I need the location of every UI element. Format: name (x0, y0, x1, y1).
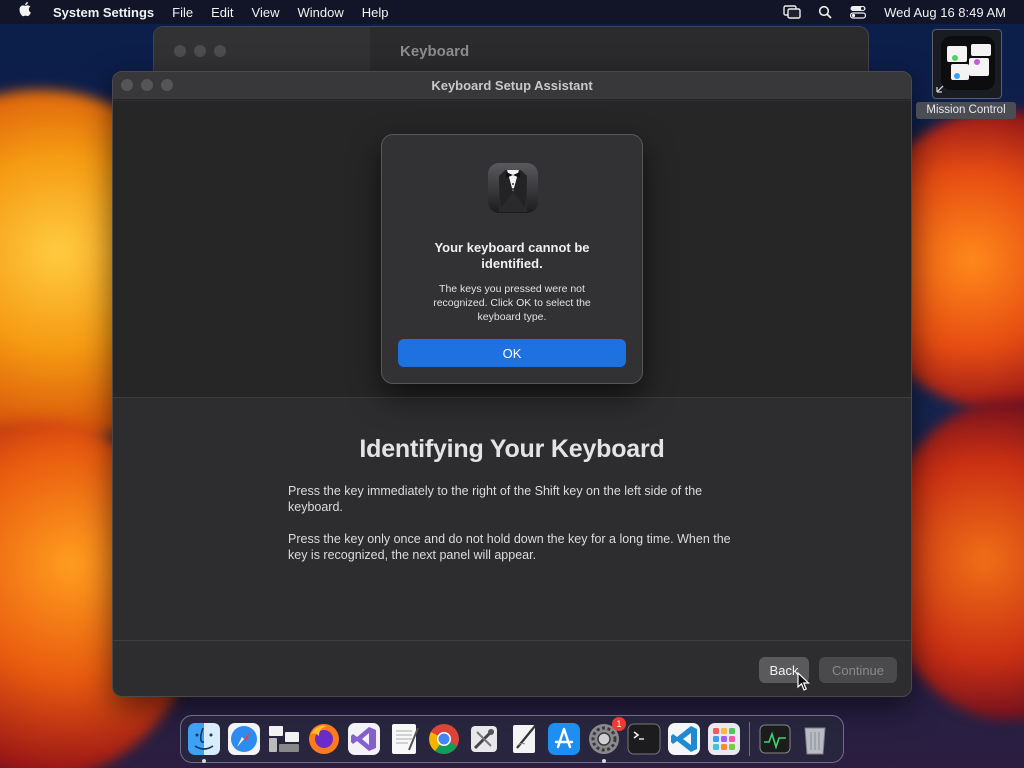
alert-title: Your keyboard cannot be identified. (434, 240, 590, 271)
close-button[interactable] (174, 45, 186, 57)
menu-clock[interactable]: Wed Aug 16 8:49 AM (882, 5, 1006, 20)
launchpad-icon[interactable] (706, 721, 742, 757)
notification-badge: 1 (612, 717, 626, 731)
alert-dialog: Your keyboard cannot be identified. The … (381, 134, 643, 384)
footer-divider (113, 640, 911, 641)
textedit-icon[interactable] (386, 721, 422, 757)
system-settings-icon[interactable]: 1 (586, 717, 626, 763)
app-store-icon[interactable] (546, 721, 582, 757)
spotlight-search-icon[interactable] (816, 5, 834, 19)
pen-notes-icon[interactable] (506, 721, 542, 757)
window-title: Keyboard Setup Assistant (431, 78, 593, 93)
dock-separator (749, 722, 750, 756)
visual-studio-icon[interactable] (346, 721, 382, 757)
menu-app-name[interactable]: System Settings (52, 5, 163, 20)
mission-control-label: Mission Control (916, 102, 1016, 119)
menu-file[interactable]: File (163, 5, 202, 20)
ok-button[interactable]: OK (398, 339, 626, 367)
instruction-text-1: Press the key immediately to the right o… (288, 484, 703, 514)
control-center-icon[interactable] (849, 5, 867, 19)
menu-help[interactable]: Help (353, 5, 398, 20)
menu-window[interactable]: Window (288, 5, 352, 20)
trash-icon[interactable] (797, 721, 833, 757)
mouse-cursor-icon (797, 671, 811, 692)
firefox-icon[interactable] (306, 721, 342, 757)
zoom-button[interactable] (214, 45, 226, 57)
finder-icon[interactable] (186, 721, 222, 763)
assistant-content: Identifying Your Keyboard Press the key … (113, 399, 911, 640)
chrome-icon[interactable] (426, 721, 462, 757)
alert-message: The keys you pressed were not recognized… (433, 283, 591, 323)
screen-mirroring-icon[interactable] (783, 5, 801, 19)
menu-bar: System Settings File Edit View Window He… (0, 0, 1024, 24)
minimize-button[interactable] (194, 45, 206, 57)
instruction-text-2: Press the key only once and do not hold … (288, 532, 731, 562)
apple-menu-icon[interactable] (0, 2, 52, 22)
migration-icon[interactable] (266, 721, 302, 757)
keyboard-assistant-app-icon (487, 162, 539, 214)
activity-monitor-icon[interactable] (757, 721, 793, 757)
page-title: Identifying Your Keyboard (359, 435, 665, 463)
settings-pane-title: Keyboard (400, 43, 470, 60)
window-titlebar: Keyboard Setup Assistant (113, 72, 911, 100)
dock: 1 (180, 715, 844, 763)
script-utility-icon[interactable] (466, 721, 502, 757)
menu-edit[interactable]: Edit (202, 5, 242, 20)
menu-view[interactable]: View (243, 5, 289, 20)
safari-icon[interactable] (226, 721, 262, 757)
mission-control-icon[interactable] (932, 29, 1002, 99)
continue-button[interactable]: Continue (819, 657, 897, 683)
terminal-icon[interactable] (626, 721, 662, 757)
vscode-icon[interactable] (666, 721, 702, 757)
